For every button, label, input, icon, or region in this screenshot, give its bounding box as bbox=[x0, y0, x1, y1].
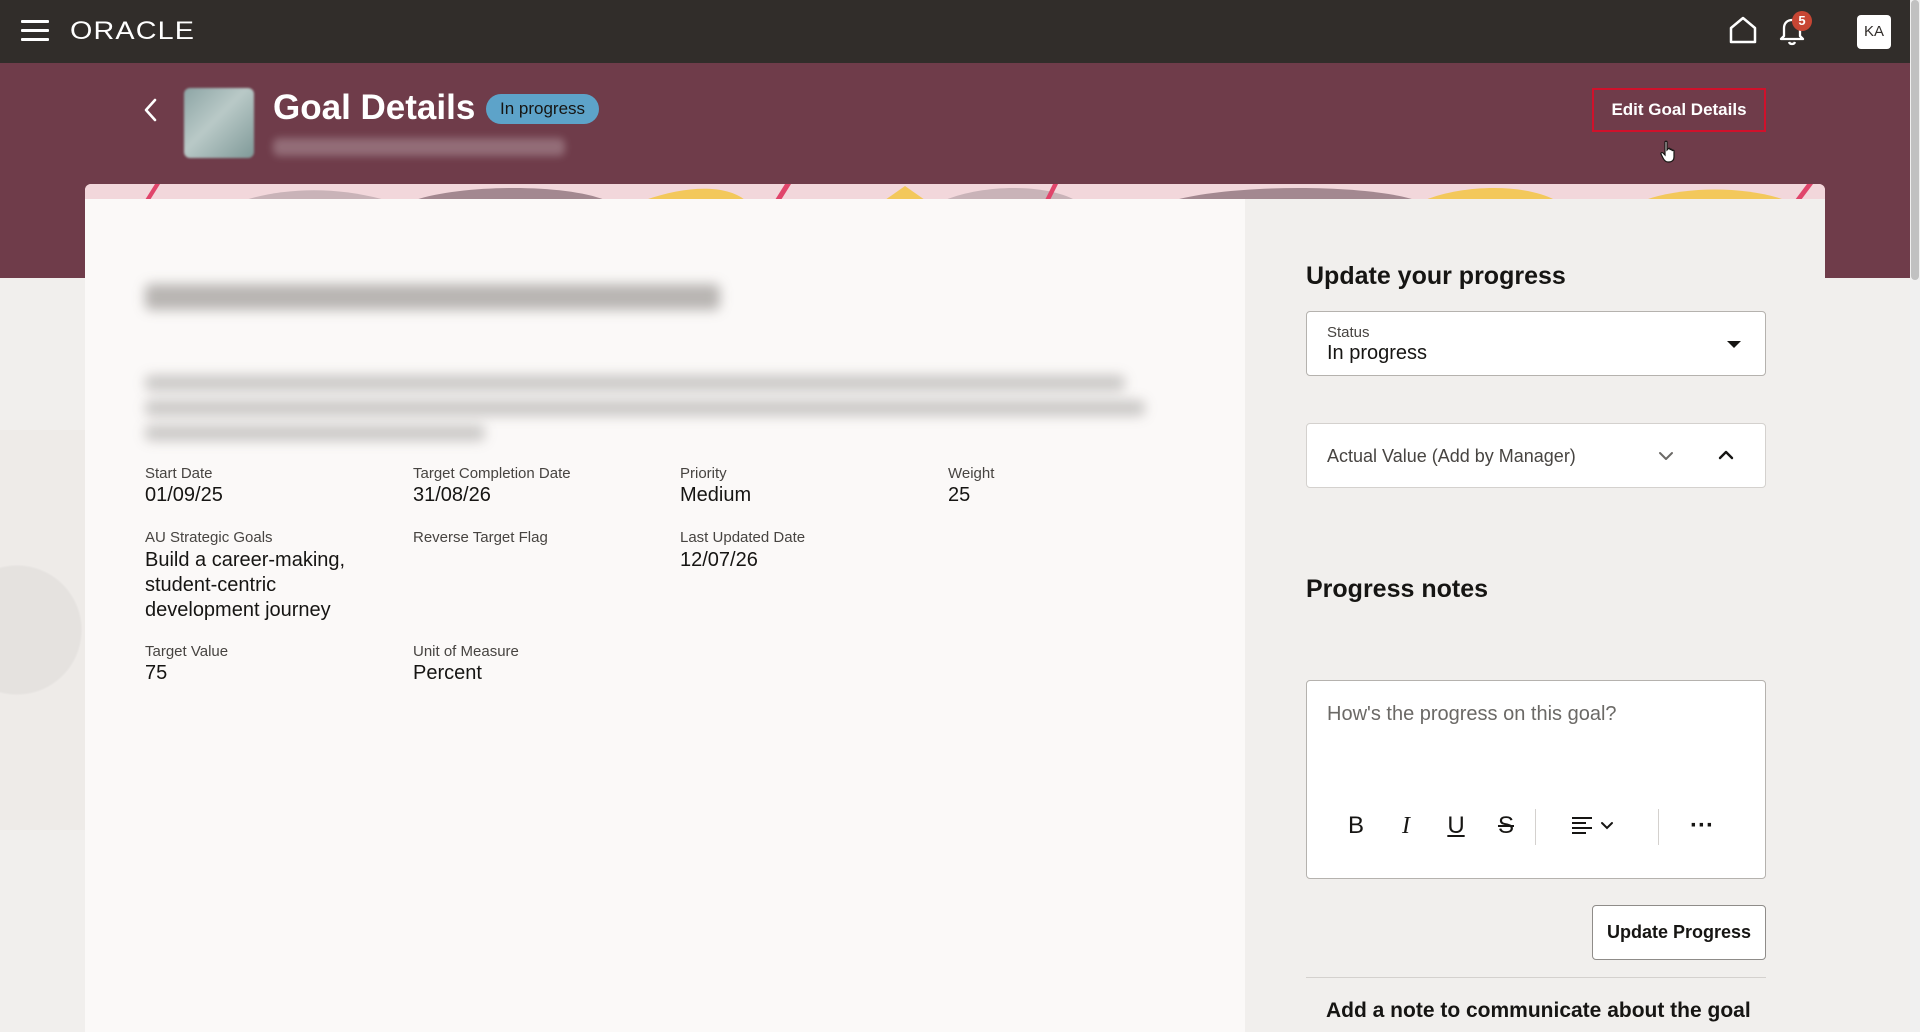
strikethrough-icon: S bbox=[1497, 812, 1514, 839]
section-divider bbox=[1306, 977, 1766, 978]
progress-notes-placeholder: How's the progress on this goal? bbox=[1327, 703, 1617, 725]
toolbar-divider bbox=[1535, 809, 1536, 845]
underline-icon: U bbox=[1447, 812, 1465, 839]
background-pattern bbox=[0, 430, 85, 830]
target-value-label: Target Value bbox=[145, 643, 229, 660]
blurred-subtitle bbox=[273, 138, 565, 156]
blurred-goal-description-line bbox=[145, 425, 485, 441]
actual-value-label: Actual Value (Add by Manager) bbox=[1327, 446, 1576, 466]
status-select-label: Status bbox=[1327, 324, 1370, 341]
progress-notes-heading: Progress notes bbox=[1306, 575, 1489, 603]
edit-goal-details-button[interactable]: Edit Goal Details bbox=[1592, 88, 1766, 132]
align-dropdown-button[interactable] bbox=[1563, 811, 1623, 841]
au-strategic-goals-value-line: development journey bbox=[145, 599, 331, 621]
back-chevron-icon[interactable] bbox=[139, 96, 163, 124]
more-options-button[interactable]: ··· bbox=[1687, 811, 1717, 841]
italic-icon: I bbox=[1402, 812, 1410, 839]
priority-label: Priority bbox=[680, 465, 727, 482]
strikethrough-button[interactable]: S bbox=[1491, 811, 1521, 841]
unit-of-measure-label: Unit of Measure bbox=[413, 643, 519, 660]
user-avatar[interactable]: KA bbox=[1857, 15, 1891, 49]
bold-button[interactable]: B bbox=[1341, 811, 1371, 841]
scrollbar-thumb[interactable] bbox=[1911, 0, 1919, 280]
blurred-goal-description-line bbox=[145, 375, 1125, 391]
blurred-goal-title bbox=[145, 284, 720, 310]
italic-button[interactable]: I bbox=[1391, 811, 1421, 841]
reverse-target-flag-label: Reverse Target Flag bbox=[413, 529, 548, 546]
au-strategic-goals-value-line: student-centric bbox=[145, 574, 277, 596]
notification-count-badge: 5 bbox=[1792, 11, 1812, 31]
chevron-up-icon[interactable] bbox=[1717, 446, 1735, 464]
last-updated-date-label: Last Updated Date bbox=[680, 529, 806, 546]
last-updated-date-value: 12/07/26 bbox=[680, 549, 758, 571]
status-badge: In progress bbox=[486, 94, 600, 124]
hamburger-menu-icon[interactable] bbox=[21, 20, 49, 42]
top-bar: ORACLE 5 KA bbox=[0, 0, 1910, 63]
page-title: Goal Details bbox=[273, 88, 476, 127]
add-note-heading: Add a note to communicate about the goal bbox=[1326, 999, 1751, 1022]
toolbar-divider bbox=[1658, 809, 1659, 845]
update-progress-button[interactable]: Update Progress bbox=[1592, 905, 1766, 960]
priority-value: Medium bbox=[680, 484, 752, 506]
progress-notes-editor[interactable]: How's the progress on this goal? B I U S… bbox=[1306, 680, 1766, 879]
target-completion-date-value: 31/08/26 bbox=[413, 484, 491, 506]
bold-icon: B bbox=[1347, 812, 1364, 839]
target-completion-date-label: Target Completion Date bbox=[413, 465, 571, 482]
decorative-pattern-strip bbox=[85, 184, 1825, 200]
au-strategic-goals-label: AU Strategic Goals bbox=[145, 529, 273, 546]
start-date-label: Start Date bbox=[145, 465, 213, 482]
weight-value: 25 bbox=[948, 484, 971, 506]
chevron-down-icon[interactable] bbox=[1657, 447, 1675, 465]
oracle-logo[interactable]: ORACLE bbox=[70, 17, 195, 46]
mouse-cursor-icon bbox=[1660, 140, 1675, 163]
align-left-icon bbox=[1572, 817, 1613, 834]
status-select-value: In progress bbox=[1327, 342, 1428, 364]
au-strategic-goals-value-line: Build a career-making, bbox=[145, 549, 346, 571]
goal-thumbnail-image bbox=[184, 88, 254, 158]
status-select[interactable]: Status In progress bbox=[1306, 311, 1766, 376]
more-options-icon: ··· bbox=[1690, 812, 1714, 839]
actual-value-accordion[interactable]: Actual Value (Add by Manager) bbox=[1306, 423, 1766, 488]
start-date-value: 01/09/25 bbox=[145, 484, 223, 506]
home-icon[interactable] bbox=[1727, 14, 1759, 46]
weight-label: Weight bbox=[948, 465, 995, 482]
target-value-value: 75 bbox=[145, 662, 168, 684]
update-progress-heading: Update your progress bbox=[1306, 262, 1566, 290]
caret-down-icon bbox=[1727, 341, 1741, 348]
unit-of-measure-value: Percent bbox=[413, 662, 482, 684]
underline-button[interactable]: U bbox=[1441, 811, 1471, 841]
blurred-goal-description-line bbox=[145, 400, 1145, 416]
